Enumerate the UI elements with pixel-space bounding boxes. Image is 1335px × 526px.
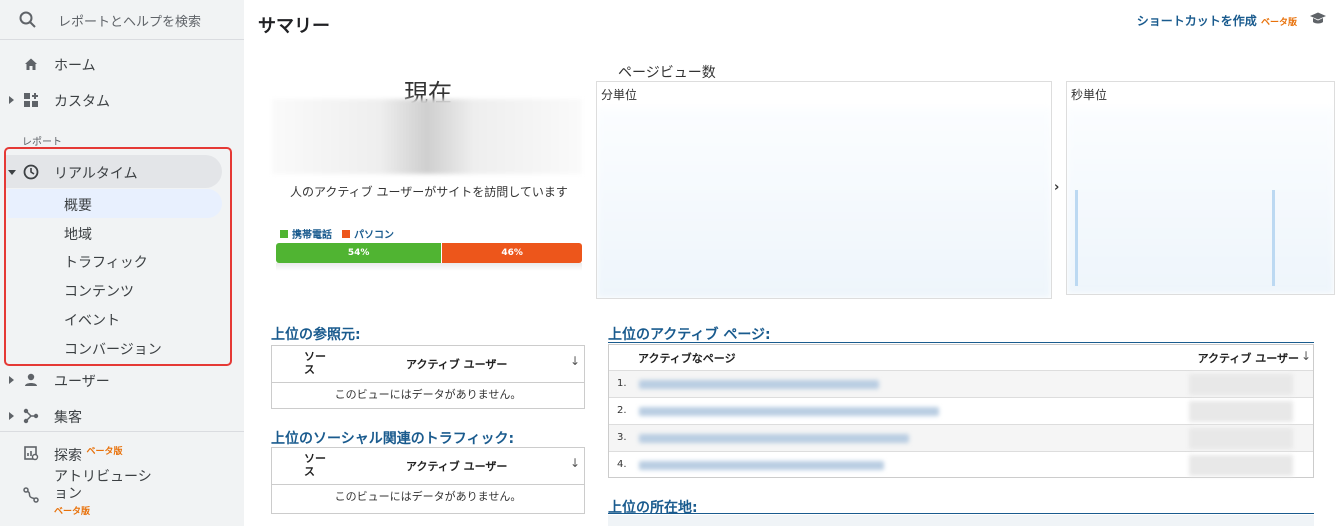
beta-badge: ベータ版	[54, 507, 91, 517]
locations-map	[608, 515, 1314, 526]
header-divider	[272, 484, 584, 485]
chevron-right-icon[interactable]: ›	[1054, 180, 1059, 195]
legend-desktop: パソコン	[342, 226, 394, 241]
beta-badge: ベータ版	[1260, 18, 1297, 28]
row-number: 1.	[617, 378, 627, 389]
sidebar-item-label: アトリビューション	[54, 469, 152, 502]
page-url-blurred[interactable]	[639, 434, 909, 443]
page-title: サマリー	[258, 16, 330, 37]
row-number: 3.	[617, 432, 627, 443]
user-count-blurred	[1189, 401, 1293, 422]
desktop-segment: 46%	[441, 243, 582, 263]
explore-icon	[24, 446, 39, 461]
person-icon	[25, 373, 37, 386]
row-number: 2.	[617, 405, 627, 416]
legend-mobile: 携帯電話	[280, 226, 332, 241]
main-content: サマリー ショートカットを作成 ベータ版 現在 人のアクティブ ユーザーがサイト…	[244, 0, 1335, 526]
per-minute-label: 分単位	[601, 88, 638, 102]
page-url-blurred[interactable]	[639, 461, 884, 470]
sidebar-item-label: カスタム	[54, 94, 110, 110]
legend-mobile-label: 携帯電話	[292, 230, 332, 241]
legend-swatch	[342, 230, 350, 238]
expand-icon	[9, 96, 14, 104]
search-input[interactable]: レポートとヘルプを検索	[58, 11, 201, 30]
active-users-description: 人のアクティブ ユーザーがサイトを訪問しています	[290, 185, 568, 199]
user-count-blurred	[1189, 455, 1293, 476]
col-source[interactable]: ソース	[304, 452, 328, 478]
realtime-highlight-box	[4, 147, 232, 366]
sort-down-icon[interactable]: ↓	[570, 456, 580, 470]
page-url-blurred[interactable]	[639, 380, 879, 389]
sidebar-item-acquisition[interactable]: 集客	[0, 399, 244, 433]
sidebar-item-explore[interactable]: 探索 ベータ版	[0, 436, 244, 470]
social-table: ソース アクティブ ユーザー ↓ このビューにはデータがありません。	[271, 447, 585, 514]
locations-title: 上位の所在地:	[608, 500, 698, 516]
search-icon	[19, 11, 36, 28]
referrers-title: 上位の参照元:	[271, 327, 361, 343]
header-divider	[272, 382, 584, 383]
col-source[interactable]: ソース	[304, 350, 328, 376]
per-second-bar	[1272, 190, 1275, 286]
pageviews-title: ページビュー数	[618, 65, 716, 81]
per-second-bar	[1075, 190, 1078, 286]
user-count-blurred	[1189, 374, 1293, 395]
page-url-blurred[interactable]	[639, 407, 939, 416]
sidebar-item-label: ホーム	[54, 58, 96, 74]
per-second-chart-blurred	[1067, 108, 1334, 294]
col-active-page[interactable]: アクティブなページ	[638, 350, 736, 366]
attribution-icon	[23, 487, 39, 503]
table-row[interactable]: 4.	[609, 451, 1313, 478]
active-pages-table: アクティブなページ アクティブ ユーザー ↓ 1. 2. 3. 4.	[608, 344, 1314, 478]
active-pages-title: 上位のアクティブ ページ:	[608, 327, 771, 343]
col-active-users[interactable]: アクティブ ユーザー	[406, 458, 507, 474]
sidebar-item-label: ユーザー	[54, 374, 110, 390]
per-second-label: 秒単位	[1071, 88, 1108, 102]
per-minute-chart: 分単位	[596, 81, 1052, 299]
graduation-cap-icon[interactable]	[1309, 11, 1327, 27]
device-split-bar: 54% 46%	[276, 243, 582, 263]
sidebar-divider	[0, 431, 244, 432]
home-icon	[25, 58, 37, 70]
per-minute-chart-blurred	[597, 108, 1051, 298]
empty-message: このビューにはデータがありません。	[334, 388, 522, 401]
sidebar: レポートとヘルプを検索 ホーム カスタム レポート リアルタイム 概要 地域 ト…	[0, 0, 244, 526]
sort-down-icon[interactable]: ↓	[570, 354, 580, 368]
table-row[interactable]: 2.	[609, 397, 1313, 424]
table-row[interactable]: 3.	[609, 424, 1313, 451]
expand-icon	[9, 412, 14, 420]
sort-down-icon[interactable]: ↓	[1301, 349, 1311, 363]
col-active-users[interactable]: アクティブ ユーザー	[1198, 350, 1299, 366]
mobile-segment: 54%	[276, 243, 442, 263]
beta-badge: ベータ版	[86, 447, 123, 457]
sidebar-item-users[interactable]: ユーザー	[0, 363, 244, 397]
section-rule	[608, 342, 1314, 343]
create-shortcut-link[interactable]: ショートカットを作成 ベータ版	[1137, 12, 1297, 29]
sidebar-item-label: 探索	[54, 448, 82, 464]
per-second-chart: 秒単位	[1066, 81, 1335, 295]
section-rule	[608, 513, 1314, 514]
row-number: 4.	[617, 459, 627, 470]
sidebar-item-home[interactable]: ホーム	[0, 47, 244, 81]
col-active-users[interactable]: アクティブ ユーザー	[406, 356, 507, 372]
reports-section-label: レポート	[22, 137, 62, 148]
search-bar[interactable]: レポートとヘルプを検索	[0, 0, 244, 40]
user-count-blurred	[1189, 428, 1293, 449]
sidebar-item-custom[interactable]: カスタム	[0, 83, 244, 117]
create-shortcut-label: ショートカットを作成	[1136, 14, 1257, 28]
sidebar-item-label: 集客	[54, 410, 82, 426]
empty-message: このビューにはデータがありません。	[334, 490, 522, 503]
bar-shadow	[276, 263, 582, 271]
table-row[interactable]: 1.	[609, 370, 1313, 397]
social-title: 上位のソーシャル関連のトラフィック:	[271, 431, 515, 447]
legend-desktop-label: パソコン	[354, 230, 394, 241]
legend-swatch	[280, 230, 288, 238]
expand-icon	[9, 376, 14, 384]
referrers-table: ソース アクティブ ユーザー ↓ このビューにはデータがありません。	[271, 345, 585, 409]
acquisition-icon	[23, 408, 39, 424]
sidebar-item-attribution[interactable]: アトリビューション ベータ版	[0, 466, 244, 518]
dashboard-icon	[24, 93, 38, 107]
active-users-count-blurred	[272, 99, 582, 174]
